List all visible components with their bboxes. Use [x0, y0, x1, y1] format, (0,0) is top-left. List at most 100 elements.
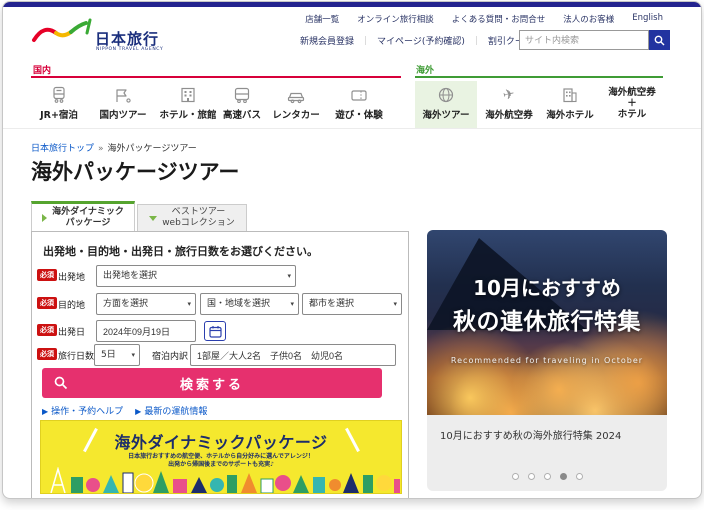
date-row: 必須 出発日 — [32, 320, 408, 342]
nav-item-jr-lodging[interactable]: JR+宿泊 — [30, 81, 88, 128]
nav-item-highway-bus[interactable]: 高速バス — [213, 81, 271, 128]
breadcrumb-current: 海外パッケージツアー — [107, 144, 197, 154]
logo-swoosh-icon — [32, 18, 92, 42]
nav-item-label: 国内ツアー — [99, 110, 147, 121]
calendar-button[interactable] — [204, 321, 226, 341]
nav-item-overseas-flight[interactable]: ✈ 海外航空券 — [481, 81, 537, 128]
domestic-section-label: 国内 — [33, 66, 52, 76]
globe-icon — [438, 87, 454, 103]
duration-label: 旅行日数 — [58, 352, 95, 362]
promo-carousel-card[interactable]: 10月におすすめ 秋の連休旅行特集 Recommended for travel… — [427, 230, 667, 491]
carousel-dot[interactable] — [527, 473, 535, 480]
breadcrumb: 日本旅行トップ » 海外パッケージツアー — [31, 141, 197, 154]
link-register[interactable]: 新規会員登録 — [300, 34, 354, 47]
help-link[interactable]: ▶ 操作・予約ヘルプ — [42, 404, 123, 417]
logo-subtitle: NIPPON TRAVEL AGENCY — [96, 47, 164, 52]
promo-caption: 10月におすすめ秋の海外旅行特集 2024 — [440, 431, 622, 442]
duration-row: 必須 旅行日数 5日 ▾ 宿泊内訳 — [32, 344, 408, 366]
link-online-consult[interactable]: オンライン旅行相談 — [357, 13, 434, 25]
country-select[interactable]: 国・地域を選択 ▾ — [200, 293, 299, 315]
link-faq[interactable]: よくある質問・お問合せ — [452, 13, 546, 25]
city-select[interactable]: 都市を選択 ▾ — [302, 293, 402, 315]
tab-best-tour-collection[interactable]: ベストツアー webコレクション — [137, 204, 247, 232]
tour-icon — [116, 89, 131, 103]
nav-item-overseas-tour[interactable]: 海外ツアー — [415, 81, 477, 128]
promo-image: 10月におすすめ 秋の連休旅行特集 Recommended for travel… — [427, 230, 667, 415]
link-english[interactable]: English — [632, 13, 663, 25]
nav-item-flight-plus-hotel[interactable]: 海外航空券 ＋ ホテル — [601, 81, 663, 128]
search-submit-button[interactable]: 検索する — [42, 368, 382, 398]
duration-select[interactable]: 5日 ▾ — [94, 344, 140, 366]
link-corporate[interactable]: 法人のお客様 — [563, 13, 614, 25]
nav-item-activities[interactable]: 遊び・体験 — [325, 81, 393, 128]
arrow-icon: ▶ — [42, 407, 49, 416]
nav-item-domestic-tour[interactable]: 国内ツアー — [91, 81, 155, 128]
chevron-down-icon — [149, 215, 158, 221]
overseas-underline — [415, 76, 663, 78]
search-icon — [54, 376, 68, 390]
chevron-down-icon: ▾ — [187, 300, 191, 308]
search-icon — [654, 35, 665, 45]
region-select[interactable]: 方面を選択 ▾ — [96, 293, 196, 315]
nav-item-label: 海外ホテル — [546, 110, 594, 121]
carousel-dot[interactable] — [543, 473, 551, 480]
chevron-down-icon: ▾ — [287, 272, 291, 280]
form-instruction: 出発地・目的地・出発日・旅行日数をお選びください。 — [43, 245, 318, 258]
link-store-list[interactable]: 店舗一覧 — [305, 13, 339, 25]
promo-caption-area: 10月におすすめ秋の海外旅行特集 2024 — [427, 415, 667, 491]
bus-icon — [234, 87, 250, 104]
destination-label: 目的地 — [58, 301, 86, 311]
departure-select[interactable]: 出発地を選択 ▾ — [96, 265, 296, 287]
utility-links: 店舗一覧 オンライン旅行相談 よくある質問・お問合せ 法人のお客様 Englis… — [305, 13, 663, 25]
required-badge: 必須 — [37, 297, 57, 309]
search-button-label: 検索する — [179, 376, 244, 392]
ticket-icon — [351, 90, 367, 101]
arrow-icon: ▶ — [135, 407, 142, 416]
nav-item-label: 海外航空券 — [485, 110, 533, 121]
departure-row: 必須 出発地 出発地を選択 ▾ — [32, 265, 408, 287]
carousel-dots — [427, 473, 667, 480]
calendar-icon — [208, 325, 222, 338]
promo-heading-2: 秋の連休旅行特集 — [453, 309, 641, 335]
dynamic-package-banner[interactable]: 海外ダイナミックパッケージ 日本旅行おすすめの航空便、ホテルから自分好みに選んで… — [40, 420, 402, 494]
chevron-down-icon: ▾ — [393, 300, 397, 308]
required-badge: 必須 — [37, 269, 57, 281]
hotel-icon — [181, 87, 195, 103]
link-mypage[interactable]: マイページ(予約確認) — [377, 34, 465, 47]
rooms-input[interactable] — [190, 344, 396, 366]
required-badge: 必須 — [37, 324, 57, 336]
site-search-input[interactable] — [519, 30, 649, 50]
member-links: 新規会員登録 ｜ マイページ(予約確認) ｜ 割引クーポン — [300, 34, 542, 47]
departure-date-input[interactable] — [96, 320, 196, 342]
building-icon — [563, 88, 577, 103]
domestic-underline — [31, 76, 401, 78]
site-search-button[interactable] — [649, 30, 670, 50]
logo-title: 日本旅行 — [95, 30, 160, 48]
logo[interactable]: 日本旅行 NIPPON TRAVEL AGENCY — [31, 14, 181, 56]
page-title: 海外パッケージツアー — [31, 160, 240, 184]
nav-item-label: 海外航空券 ＋ ホテル — [608, 87, 656, 121]
departure-label: 出発地 — [58, 273, 86, 283]
date-label: 出発日 — [58, 328, 86, 338]
promo-heading-1: 10月におすすめ — [473, 276, 621, 300]
rooms-label: 宿泊内訳 — [152, 352, 189, 362]
plane-icon: ✈ — [501, 85, 517, 105]
required-badge: 必須 — [37, 348, 57, 360]
tab-label: ベストツアー webコレクション — [162, 206, 235, 228]
nav-item-label: JR+宿泊 — [40, 110, 78, 121]
carousel-dot[interactable] — [511, 473, 519, 480]
tab-dynamic-package[interactable]: 海外ダイナミック パッケージ — [31, 201, 135, 232]
nav-divider — [3, 128, 701, 129]
nav-item-overseas-hotel[interactable]: 海外ホテル — [543, 81, 597, 128]
breadcrumb-home-link[interactable]: 日本旅行トップ — [31, 144, 94, 154]
nav-item-rental-car[interactable]: レンタカー — [265, 81, 327, 128]
chevron-right-icon — [42, 214, 48, 222]
overseas-section-label: 海外 — [416, 66, 435, 76]
destination-row: 必須 目的地 方面を選択 ▾ 国・地域を選択 ▾ 都市を選択 ▾ — [32, 293, 408, 315]
nav-item-label: 海外ツアー — [422, 110, 470, 121]
flight-info-link[interactable]: ▶ 最新の運航情報 — [135, 404, 207, 417]
carousel-dot[interactable] — [575, 473, 583, 480]
nav-item-label: レンタカー — [272, 110, 320, 121]
carousel-dot[interactable] — [559, 473, 567, 480]
breadcrumb-separator: » — [98, 144, 104, 154]
